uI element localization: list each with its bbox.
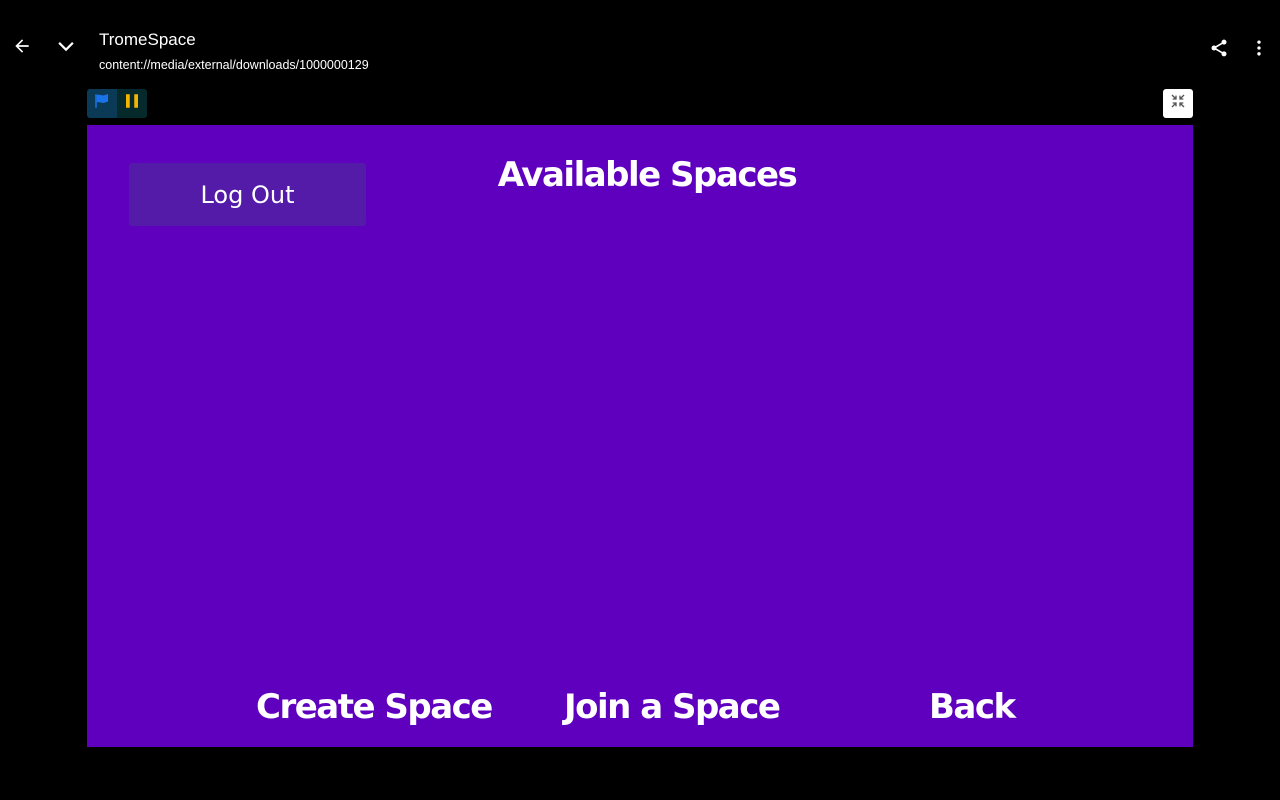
app-title: TromeSpace bbox=[99, 30, 196, 49]
available-spaces-heading: Available Spaces bbox=[497, 155, 798, 195]
game-stage: Log Out Available Spaces Create Space Jo… bbox=[87, 125, 1193, 747]
create-space-button[interactable]: Create Space bbox=[256, 687, 493, 727]
back-button[interactable] bbox=[2, 28, 42, 68]
green-flag-button[interactable] bbox=[87, 89, 117, 118]
file-path: content://media/external/downloads/10000… bbox=[99, 58, 369, 72]
share-button[interactable] bbox=[1199, 30, 1239, 70]
chevron-down-icon bbox=[55, 35, 77, 62]
app-top-bar: TromeSpace content://media/external/down… bbox=[0, 0, 1280, 90]
more-options-button[interactable] bbox=[1239, 30, 1279, 70]
arrow-left-icon bbox=[12, 36, 32, 61]
join-space-button[interactable]: Join a Space bbox=[564, 687, 781, 727]
share-icon bbox=[1209, 38, 1229, 63]
fullscreen-exit-icon bbox=[1170, 93, 1186, 114]
back-stage-button[interactable]: Back bbox=[929, 687, 1016, 727]
collapse-button[interactable] bbox=[46, 28, 86, 68]
more-vert-icon bbox=[1249, 38, 1269, 63]
player-controls bbox=[87, 89, 147, 118]
fullscreen-button[interactable] bbox=[1163, 89, 1193, 118]
pause-button[interactable] bbox=[117, 89, 147, 118]
pause-icon bbox=[123, 92, 141, 115]
green-flag-icon bbox=[93, 92, 111, 115]
